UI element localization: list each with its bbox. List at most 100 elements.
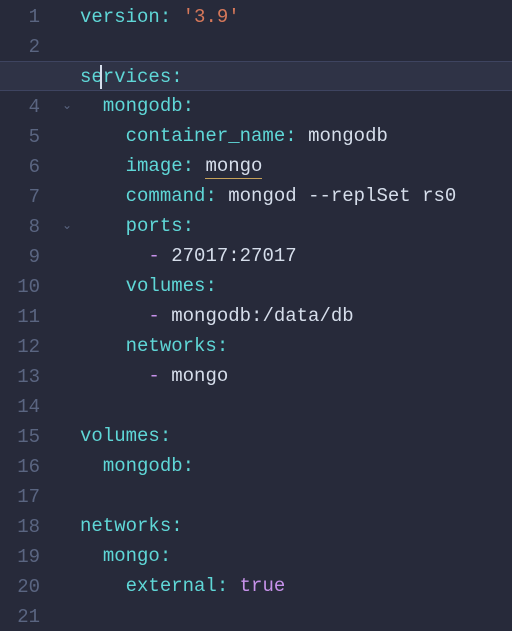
- line-number: 16: [0, 452, 40, 482]
- fold-slot: [62, 302, 80, 332]
- fold-slot: [62, 332, 80, 362]
- token: networks: [80, 515, 171, 537]
- code-line[interactable]: [80, 481, 512, 511]
- fold-slot: [62, 272, 80, 302]
- code-editor[interactable]: 123456789101112131415161718192021 ⌄⌄⌄ ve…: [0, 0, 512, 631]
- line-number: 5: [0, 122, 40, 152]
- token: mongo: [205, 155, 262, 179]
- line-number: 2: [0, 32, 40, 62]
- line-number: 11: [0, 302, 40, 332]
- code-line[interactable]: mongo:: [80, 541, 512, 571]
- fold-slot: [62, 182, 80, 212]
- fold-slot: [62, 122, 80, 152]
- token: command: [126, 185, 206, 207]
- line-number: 9: [0, 242, 40, 272]
- fold-slot: [62, 602, 80, 631]
- token: true: [240, 575, 286, 597]
- token: mongodb:/data/db: [171, 305, 353, 327]
- token: volumes: [80, 425, 160, 447]
- token: :: [183, 95, 194, 117]
- line-number: 10: [0, 272, 40, 302]
- text-cursor: [100, 65, 102, 89]
- fold-slot: [62, 422, 80, 452]
- fold-slot: [62, 242, 80, 272]
- fold-slot: [62, 512, 80, 542]
- token: :: [171, 515, 182, 537]
- code-line[interactable]: volumes:: [80, 271, 512, 301]
- token: version: [80, 6, 160, 28]
- token: -: [148, 305, 159, 327]
- line-number: 15: [0, 422, 40, 452]
- code-line[interactable]: services:: [0, 61, 512, 91]
- code-line[interactable]: - mongo: [80, 361, 512, 391]
- line-number: 19: [0, 542, 40, 572]
- code-line[interactable]: - 27017:27017: [80, 241, 512, 271]
- code-line[interactable]: networks:: [80, 331, 512, 361]
- token: :: [160, 425, 171, 447]
- line-number: 7: [0, 182, 40, 212]
- token: '3.9': [183, 6, 240, 28]
- line-number: 21: [0, 602, 40, 631]
- line-number: 18: [0, 512, 40, 542]
- line-number-gutter: 123456789101112131415161718192021: [0, 0, 62, 631]
- code-line[interactable]: mongodb:: [80, 451, 512, 481]
- code-line[interactable]: external: true: [80, 571, 512, 601]
- fold-chevron-icon[interactable]: ⌄: [62, 211, 72, 241]
- fold-slot: [62, 482, 80, 512]
- fold-chevron-icon[interactable]: ⌄: [62, 91, 72, 121]
- line-number: 17: [0, 482, 40, 512]
- code-line[interactable]: version: '3.9': [80, 2, 512, 32]
- token: networks: [126, 335, 217, 357]
- code-line[interactable]: networks:: [80, 511, 512, 541]
- token: :: [205, 275, 216, 297]
- token: external: [126, 575, 217, 597]
- token: :: [217, 335, 228, 357]
- line-number: 13: [0, 362, 40, 392]
- line-number: 6: [0, 152, 40, 182]
- code-line[interactable]: ports:: [80, 211, 512, 241]
- token: :: [171, 66, 182, 88]
- fold-slot: [62, 452, 80, 482]
- token: mongodb: [308, 125, 388, 147]
- fold-column[interactable]: ⌄⌄⌄: [62, 0, 80, 631]
- token: mongodb: [103, 95, 183, 117]
- token: :: [183, 155, 194, 177]
- token: :: [183, 455, 194, 477]
- code-line[interactable]: [80, 32, 512, 62]
- line-number: 1: [0, 2, 40, 32]
- line-number: 20: [0, 572, 40, 602]
- token: :: [160, 545, 171, 567]
- fold-slot: [62, 542, 80, 572]
- token: services: [80, 66, 171, 88]
- token: image: [126, 155, 183, 177]
- line-number: 8: [0, 212, 40, 242]
- token: mongo: [103, 545, 160, 567]
- code-line[interactable]: [80, 391, 512, 421]
- line-number: 12: [0, 332, 40, 362]
- fold-slot: [62, 2, 80, 32]
- token: volumes: [126, 275, 206, 297]
- code-area[interactable]: version: '3.9' services: mongodb: contain…: [80, 0, 512, 631]
- token: mongo: [171, 365, 228, 387]
- code-line[interactable]: command: mongod --replSet rs0: [80, 181, 512, 211]
- token: -: [148, 365, 159, 387]
- fold-slot: [62, 572, 80, 602]
- token: :: [160, 6, 171, 28]
- line-number: 14: [0, 392, 40, 422]
- code-line[interactable]: [80, 601, 512, 631]
- token: mongod --replSet rs0: [228, 185, 456, 207]
- fold-slot: [62, 362, 80, 392]
- token: :: [285, 125, 296, 147]
- token: :: [205, 185, 216, 207]
- code-line[interactable]: mongodb:: [80, 91, 512, 121]
- line-number: 4: [0, 92, 40, 122]
- token: -: [148, 245, 159, 267]
- token: container_name: [126, 125, 286, 147]
- fold-slot: [62, 392, 80, 422]
- fold-slot: ⌄: [62, 92, 80, 122]
- code-line[interactable]: - mongodb:/data/db: [80, 301, 512, 331]
- code-line[interactable]: image: mongo: [80, 151, 512, 181]
- token: mongodb: [103, 455, 183, 477]
- code-line[interactable]: container_name: mongodb: [80, 121, 512, 151]
- code-line[interactable]: volumes:: [80, 421, 512, 451]
